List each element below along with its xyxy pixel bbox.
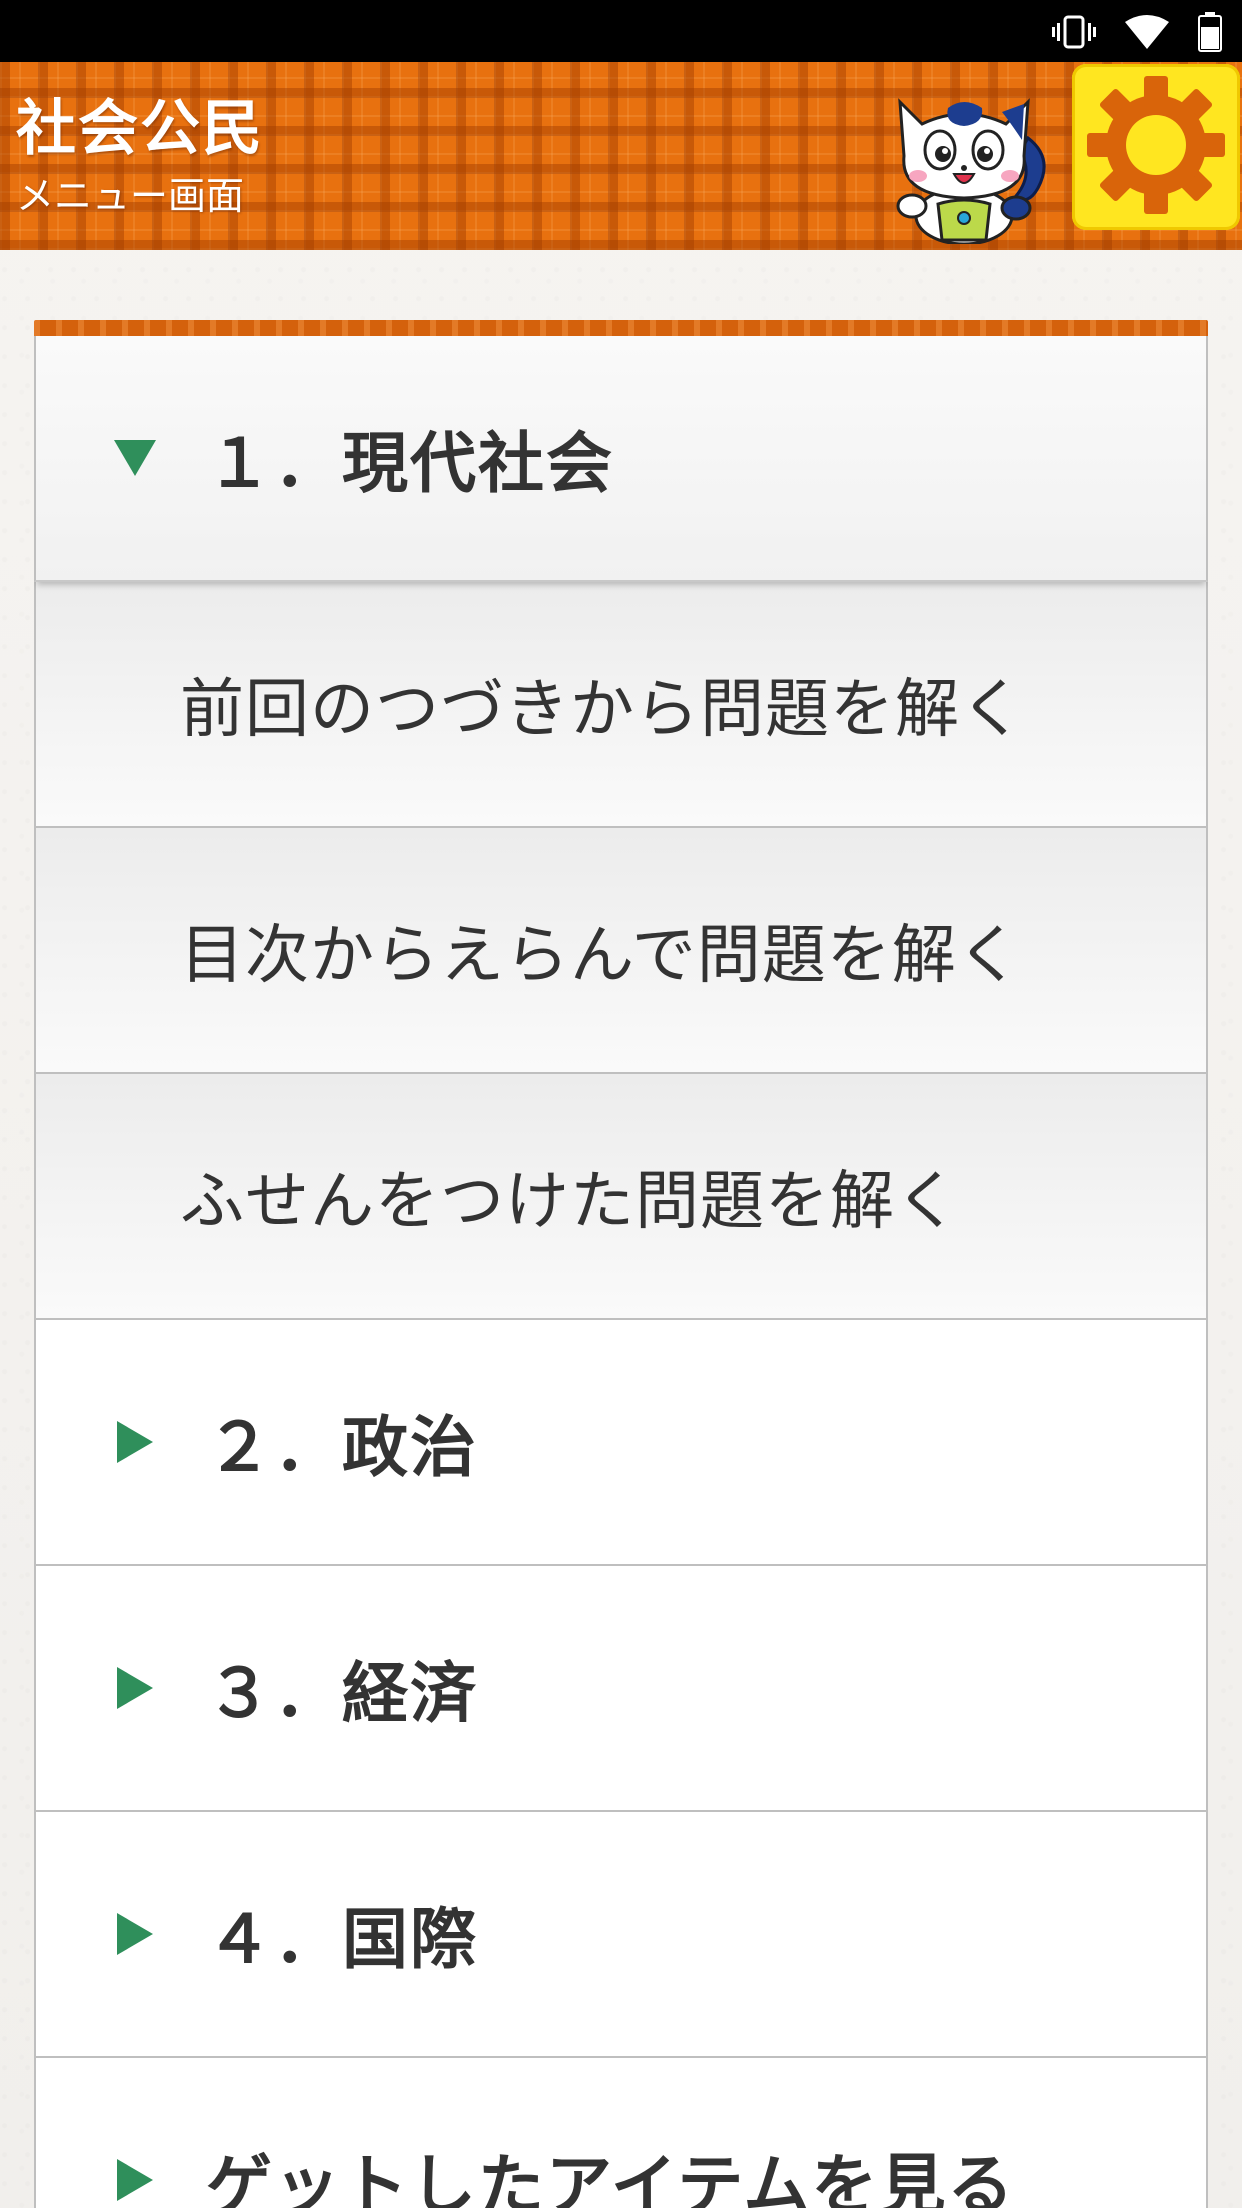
settings-button[interactable]	[1072, 64, 1240, 230]
section-label: ４．国際	[206, 1901, 478, 1978]
view-items-button[interactable]: ゲットしたアイテムを見る	[34, 2058, 1208, 2208]
gear-icon	[1081, 70, 1231, 224]
section-label: ゲットしたアイテムを見る	[206, 2147, 1016, 2208]
submenu-label: 目次からえらんで問題を解く	[180, 919, 1022, 993]
submenu-label: 前回のつづきから問題を解く	[180, 673, 1025, 747]
section-label: ２．政治	[206, 1409, 478, 1486]
status-bar	[0, 0, 1242, 62]
cat-mascot-icon	[878, 78, 1054, 246]
panel-top-bar	[34, 320, 1208, 336]
section-gendai-shakai[interactable]: １．現代社会	[34, 336, 1208, 582]
battery-icon	[1198, 12, 1222, 52]
select-from-contents-button[interactable]: 目次からえらんで問題を解く	[34, 828, 1208, 1074]
submenu-label: ふせんをつけた問題を解く	[180, 1165, 960, 1239]
section-kokusai[interactable]: ４．国際	[34, 1812, 1208, 2058]
triangle-right-icon	[112, 1665, 158, 1711]
triangle-right-icon	[112, 1419, 158, 1465]
bookmarked-questions-button[interactable]: ふせんをつけた問題を解く	[34, 1074, 1208, 1320]
app-header: 社会公民 メニュー画面	[0, 62, 1242, 250]
section-keizai[interactable]: ３．経済	[34, 1566, 1208, 1812]
section-seiji[interactable]: ２．政治	[34, 1320, 1208, 1566]
page-subtitle: メニュー画面	[16, 174, 245, 218]
triangle-right-icon	[112, 1911, 158, 1957]
menu-panel: １．現代社会 前回のつづきから問題を解く 目次からえらんで問題を解く ふせんをつ…	[34, 320, 1208, 2208]
vibrate-icon	[1052, 15, 1096, 49]
triangle-right-icon	[112, 2157, 158, 2203]
page-title: 社会公民	[16, 94, 264, 164]
section-label: ３．経済	[206, 1655, 478, 1732]
section-label: １．現代社会	[206, 425, 614, 502]
triangle-down-icon	[112, 435, 158, 481]
wifi-icon	[1124, 14, 1170, 50]
resume-questions-button[interactable]: 前回のつづきから問題を解く	[34, 582, 1208, 828]
